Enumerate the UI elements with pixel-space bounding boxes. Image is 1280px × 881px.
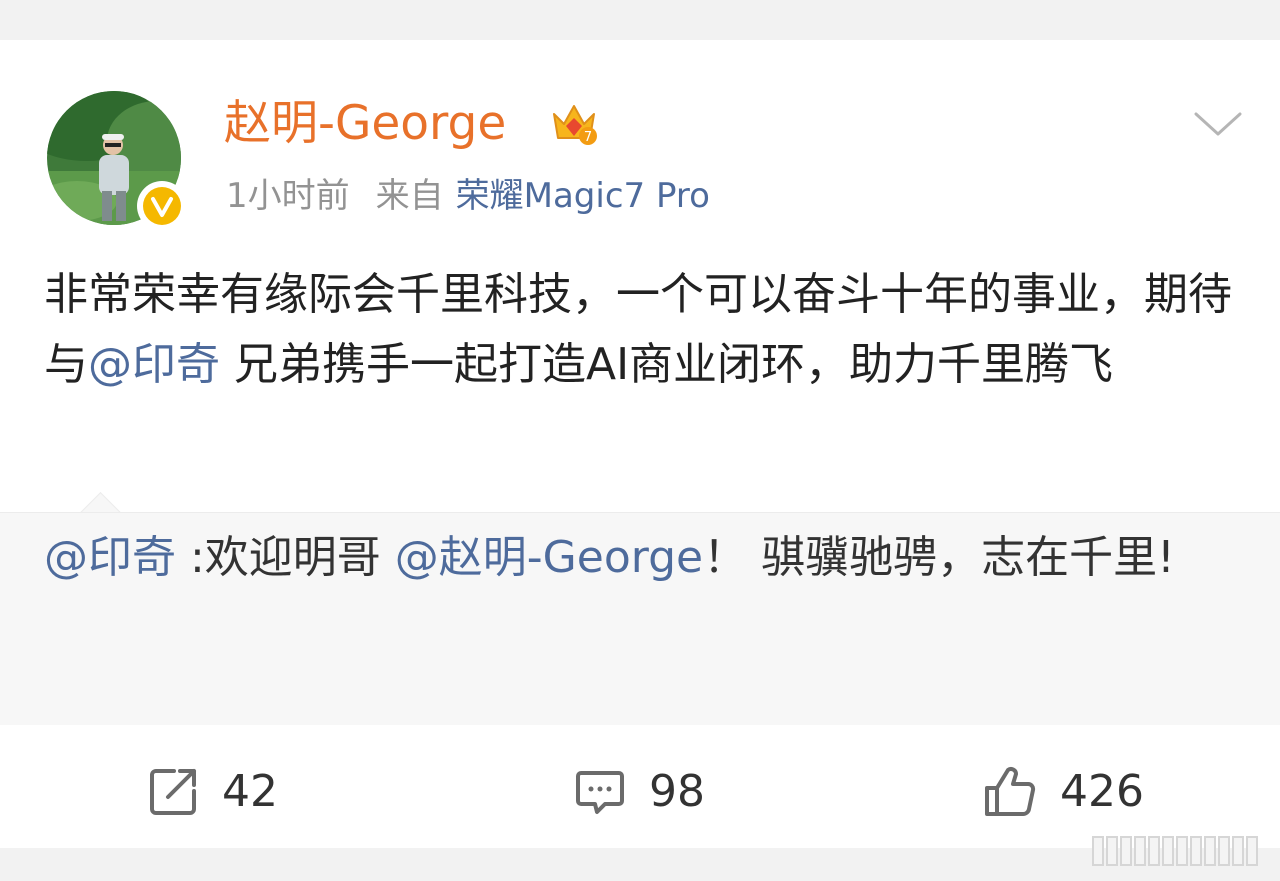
retweet-author-link[interactable]: @印奇 xyxy=(44,532,176,583)
page-indicator xyxy=(1092,836,1258,866)
like-count: 426 xyxy=(1060,766,1144,817)
source-device-link[interactable]: 荣耀Magic7 Pro xyxy=(456,176,710,216)
thumbs-up-icon xyxy=(985,767,1036,816)
like-button[interactable]: 426 xyxy=(982,752,1144,832)
content-text-2: 兄弟携手一起打造AI商业闭环，助力千里腾飞 xyxy=(220,339,1114,390)
post-meta: 1小时前 来自 荣耀Magic7 Pro xyxy=(226,170,710,222)
action-bar: 42 98 426 xyxy=(0,752,1280,832)
repost-button[interactable]: 42 xyxy=(146,752,278,832)
comment-icon xyxy=(576,771,624,814)
source-label: 来自 xyxy=(375,176,444,216)
weibo-post-card: 赵明-George 7 1小时前 来自 荣耀Magic7 Pro 非常荣幸有缘际会千… xyxy=(0,40,1280,848)
comment-button[interactable]: 98 xyxy=(573,752,705,832)
retweet-text-1: :欢迎明哥 xyxy=(176,532,395,583)
mention-link[interactable]: @印奇 xyxy=(88,339,220,390)
retweet-block[interactable]: @印奇 :欢迎明哥 @赵明-George！ 骐骥驰骋，志在千里! xyxy=(0,512,1280,725)
comment-count: 98 xyxy=(649,766,705,817)
username[interactable]: 赵明-George xyxy=(224,92,506,156)
retweet-text: @印奇 :欢迎明哥 @赵明-George！ 骐骥驰骋，志在千里! xyxy=(44,523,1244,593)
post-time: 1小时前 xyxy=(226,176,350,216)
chevron-down-icon[interactable] xyxy=(1190,104,1246,144)
repost-icon xyxy=(150,769,196,815)
retweet-text-2: ！ 骐骥驰骋，志在千里! xyxy=(703,532,1175,583)
repost-count: 42 xyxy=(222,766,278,817)
post-content: 非常荣幸有缘际会千里科技，一个可以奋斗十年的事业，期待与@印奇 兄弟携手一起打造… xyxy=(44,260,1254,400)
vip-crown-icon[interactable]: 7 xyxy=(548,96,600,148)
retweet-mention-link[interactable]: @赵明-George xyxy=(395,532,703,583)
svg-text:7: 7 xyxy=(584,130,592,145)
verified-badge-icon xyxy=(137,181,187,231)
